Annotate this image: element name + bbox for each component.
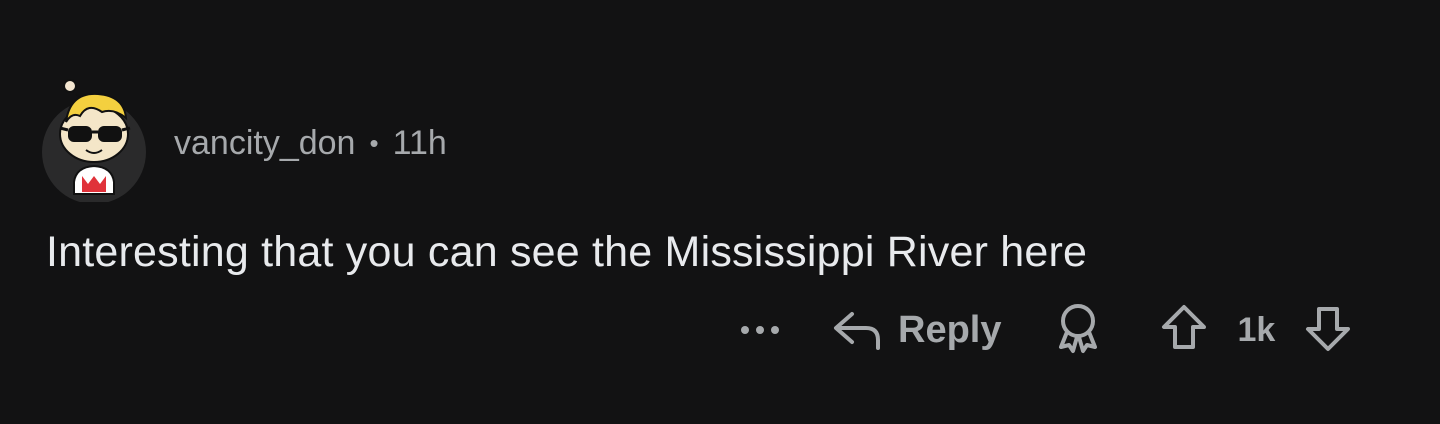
comment-body: Interesting that you can see the Mississ… (46, 228, 1088, 276)
comment-actions: Reply 1k (730, 300, 1353, 360)
username[interactable]: vancity_don (174, 124, 355, 163)
downvote-button[interactable] (1303, 303, 1353, 358)
vote-controls: 1k (1159, 303, 1353, 358)
vote-count: 1k (1237, 310, 1276, 349)
more-options-button[interactable] (730, 310, 790, 350)
comment: vancity_don • 11h Interesting that you c… (0, 0, 1440, 424)
comment-meta: vancity_don • 11h (174, 124, 447, 163)
avatar-image (42, 79, 146, 202)
upvote-arrow-icon (1162, 304, 1207, 349)
comment-header: vancity_don • 11h (36, 72, 447, 202)
downvote-arrow-icon (1306, 306, 1351, 351)
reply-button[interactable]: Reply (832, 308, 1001, 352)
award-button[interactable] (1053, 301, 1103, 360)
award-icon (1059, 303, 1098, 353)
meta-separator: • (369, 127, 379, 158)
avatar[interactable] (36, 72, 148, 202)
upvote-button[interactable] (1159, 303, 1209, 358)
reply-label: Reply (898, 308, 1002, 351)
reply-arrow-icon (834, 312, 880, 350)
more-dots-icon (741, 326, 779, 334)
comment-age: 11h (392, 123, 447, 162)
